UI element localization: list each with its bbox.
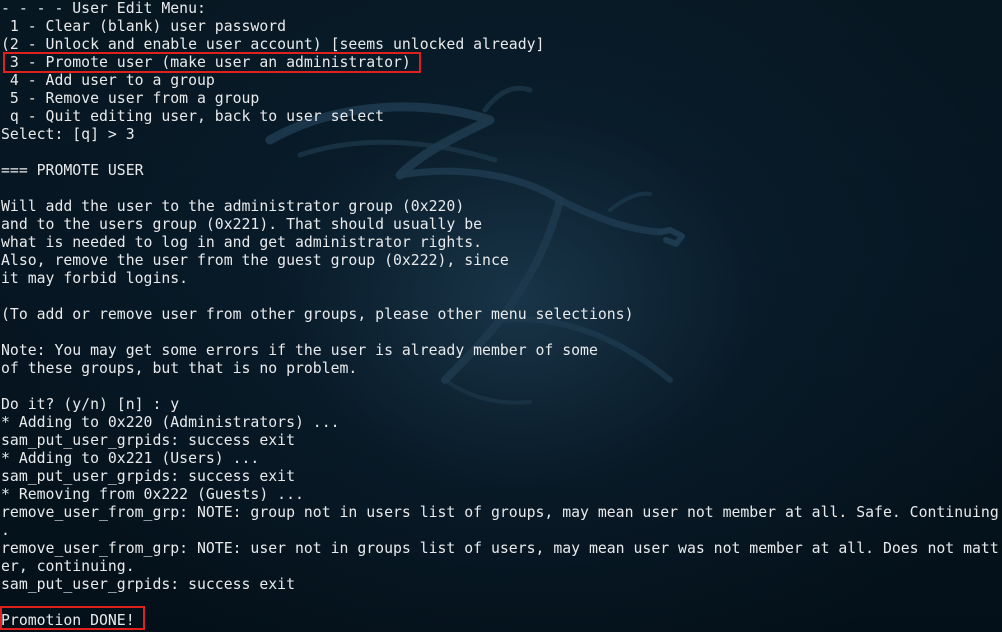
promotion-done-message: Promotion DONE! (1, 612, 135, 629)
info-line: and to the users group (0x221). That sho… (1, 216, 483, 233)
log-line: sam_put_user_grpids: success exit (1, 468, 295, 485)
terminal-output: - - - - User Edit Menu: 1 - Clear (blank… (1, 0, 1002, 632)
log-line: * Removing from 0x222 (Guests) ... (1, 486, 304, 503)
menu-option-promote-user: 3 - Promote user (make user an administr… (1, 54, 411, 71)
info-line: what is needed to log in and get adminis… (1, 234, 483, 251)
note-line: of these groups, but that is no problem. (1, 360, 358, 377)
select-prompt: Select: [q] > 3 (1, 126, 135, 143)
log-line: sam_put_user_grpids: success exit (1, 576, 295, 593)
info-line: Also, remove the user from the guest gro… (1, 252, 509, 269)
log-line: remove_user_from_grp: NOTE: user not in … (1, 540, 999, 557)
log-line: sam_put_user_grpids: success exit (1, 432, 295, 449)
log-line: * Adding to 0x221 (Users) ... (1, 450, 260, 467)
note-line: Note: You may get some errors if the use… (1, 342, 598, 359)
log-line: remove_user_from_grp: NOTE: group not in… (1, 504, 999, 521)
menu-title: - - - - User Edit Menu: (1, 0, 206, 17)
log-line: * Adding to 0x220 (Administrators) ... (1, 414, 340, 431)
menu-option-add-to-group: 4 - Add user to a group (1, 72, 215, 89)
menu-option-unlock-account: (2 - Unlock and enable user account) [se… (1, 36, 545, 53)
info-line: Will add the user to the administrator g… (1, 198, 465, 215)
menu-option-clear-password: 1 - Clear (blank) user password (1, 18, 287, 35)
menu-option-remove-from-group: 5 - Remove user from a group (1, 90, 260, 107)
info-line: it may forbid logins. (1, 270, 189, 287)
log-line: . (1, 522, 10, 539)
section-heading: === PROMOTE USER (1, 162, 144, 179)
confirm-prompt: Do it? (y/n) [n] : y (1, 396, 180, 413)
menu-option-quit: q - Quit editing user, back to user sele… (1, 108, 385, 125)
info-line: (To add or remove user from other groups… (1, 306, 634, 323)
log-line: er, continuing. (1, 558, 135, 575)
